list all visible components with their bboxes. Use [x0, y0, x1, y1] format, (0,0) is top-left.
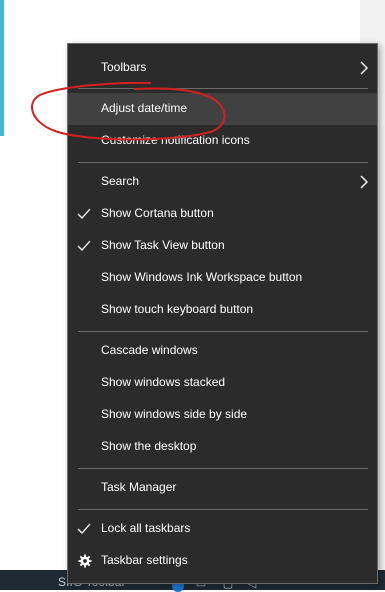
menu-item-label: Show Windows Ink Workspace button: [101, 270, 303, 284]
menu-item-label: Taskbar settings: [101, 553, 188, 567]
gear-icon: [78, 554, 92, 568]
menu-item-lock-all-taskbars[interactable]: Lock all taskbars: [68, 513, 377, 545]
menu-separator: [78, 88, 368, 89]
menu-item-taskbar-settings[interactable]: Taskbar settings: [68, 545, 377, 577]
menu-item-task-manager[interactable]: Task Manager: [68, 472, 377, 504]
menu-item-label: Show the desktop: [101, 439, 197, 453]
menu-item-label: Search: [101, 174, 140, 188]
menu-item-cascade-windows[interactable]: Cascade windows: [68, 335, 377, 367]
menu-separator: [78, 331, 368, 332]
chevron-right-icon: [360, 61, 368, 75]
menu-item-show-task-view-button[interactable]: Show Task View button: [68, 230, 377, 262]
menu-separator: [78, 509, 368, 510]
menu-item-show-windows-ink-workspace-button[interactable]: Show Windows Ink Workspace button: [68, 262, 377, 294]
menu-item-search[interactable]: Search: [68, 166, 377, 198]
menu-item-label: Show windows stacked: [101, 375, 226, 389]
menu-item-show-the-desktop[interactable]: Show the desktop: [68, 431, 377, 463]
menu-item-show-windows-side-by-side[interactable]: Show windows side by side: [68, 399, 377, 431]
menu-item-label: Show Task View button: [101, 238, 225, 252]
menu-item-show-cortana-button[interactable]: Show Cortana button: [68, 198, 377, 230]
menu-item-customize-notification-icons[interactable]: Customize notification icons: [68, 125, 377, 157]
menu-item-label: Customize notification icons: [101, 133, 250, 147]
menu-item-label: Show touch keyboard button: [101, 302, 254, 316]
menu-separator: [78, 162, 368, 163]
menu-item-label: Show windows side by side: [101, 407, 248, 421]
menu-item-adjust-date-time[interactable]: Adjust date/time: [68, 93, 377, 125]
menu-item-toolbars[interactable]: Toolbars: [68, 52, 377, 84]
menu-item-label: Adjust date/time: [101, 101, 188, 115]
chevron-right-icon: [360, 175, 368, 189]
menu-separator: [78, 468, 368, 469]
menu-item-label: Lock all taskbars: [101, 521, 191, 535]
menu-item-show-windows-stacked[interactable]: Show windows stacked: [68, 367, 377, 399]
menu-item-label: Task Manager: [101, 480, 177, 494]
menu-item-label: Cascade windows: [101, 343, 198, 357]
checkmark-icon: [77, 240, 91, 251]
menu-item-label: Show Cortana button: [101, 206, 214, 220]
menu-item-label: Toolbars: [101, 60, 147, 74]
checkmark-icon: [77, 208, 91, 219]
taskbar-context-menu: Toolbars Adjust date/time Customize noti…: [67, 43, 378, 584]
checkmark-icon: [77, 523, 91, 534]
window-accent-edge: [0, 0, 4, 136]
menu-item-show-touch-keyboard-button[interactable]: Show touch keyboard button: [68, 294, 377, 326]
